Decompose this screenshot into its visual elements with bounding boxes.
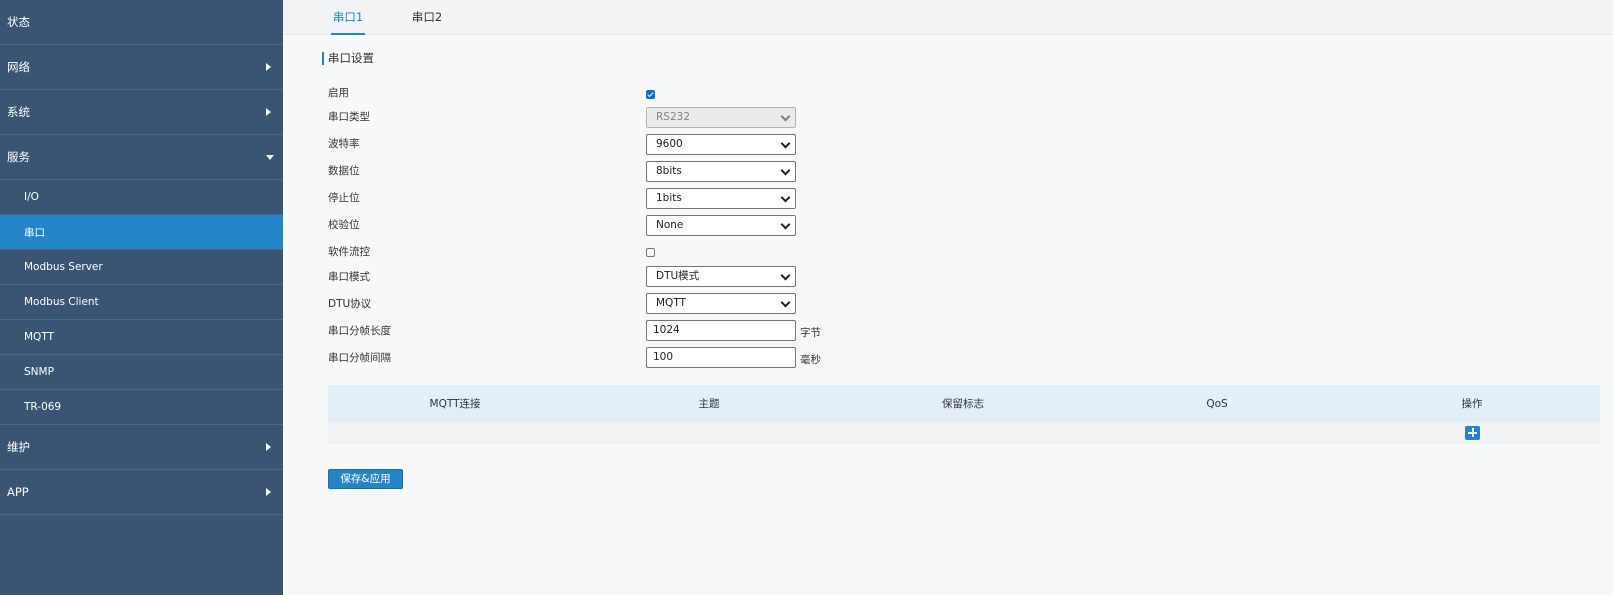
chevron-down-icon bbox=[780, 192, 791, 203]
enable-checkbox[interactable] bbox=[646, 90, 655, 99]
caret-right-icon bbox=[266, 63, 271, 71]
parity-select[interactable]: None bbox=[646, 215, 796, 236]
sidebar-subitem-label: SNMP bbox=[24, 366, 54, 378]
baud-rate-select[interactable]: 9600 bbox=[646, 134, 796, 155]
baud-rate-value: 9600 bbox=[656, 138, 683, 150]
parity-value: None bbox=[656, 219, 684, 231]
sidebar-item-label: 维护 bbox=[7, 440, 30, 454]
chevron-down-icon bbox=[780, 219, 791, 230]
stop-bits-select[interactable]: 1bits bbox=[646, 188, 796, 209]
table-row bbox=[328, 422, 1600, 444]
plus-icon[interactable] bbox=[1465, 426, 1480, 440]
save-apply-button[interactable]: 保存&应用 bbox=[328, 469, 403, 489]
sidebar-subitem-label: I/O bbox=[24, 191, 39, 203]
tab-serial-2[interactable]: 串口2 bbox=[410, 0, 444, 35]
sidebar-subitem-modbus-client[interactable]: Modbus Client bbox=[0, 285, 283, 320]
sidebar-item-app[interactable]: APP bbox=[0, 470, 283, 515]
frame-interval-label: 串口分帧间隔 bbox=[328, 352, 391, 364]
data-bits-value: 8bits bbox=[656, 165, 682, 177]
sidebar-subitem-io[interactable]: I/O bbox=[0, 180, 283, 215]
sidebar-subitem-label: MQTT bbox=[24, 331, 54, 343]
chevron-down-icon bbox=[780, 297, 791, 308]
column-header: MQTT连接 bbox=[429, 398, 481, 410]
sidebar-item-label: 服务 bbox=[7, 150, 30, 164]
sidebar-subitem-label: Modbus Client bbox=[24, 296, 99, 308]
dtu-protocol-select[interactable]: MQTT bbox=[646, 293, 796, 314]
dtu-protocol-label: DTU协议 bbox=[328, 298, 372, 310]
serial-type-select[interactable]: RS232 bbox=[646, 107, 796, 128]
column-header: 保留标志 bbox=[942, 398, 984, 410]
chevron-down-icon bbox=[780, 270, 791, 281]
soft-flow-label: 软件流控 bbox=[328, 246, 370, 258]
column-header: 主题 bbox=[698, 398, 720, 410]
serial-mode-select[interactable]: DTU模式 bbox=[646, 266, 796, 287]
serial-mode-value: DTU模式 bbox=[656, 270, 700, 282]
data-bits-select[interactable]: 8bits bbox=[646, 161, 796, 182]
baud-rate-label: 波特率 bbox=[328, 138, 360, 150]
caret-right-icon bbox=[266, 108, 271, 116]
section-title: 串口设置 bbox=[322, 52, 374, 65]
sidebar-subitem-label: 串口 bbox=[24, 226, 45, 239]
sidebar-item-label: 状态 bbox=[7, 15, 30, 29]
sidebar-item-system[interactable]: 系统 bbox=[0, 90, 283, 135]
serial-mode-label: 串口模式 bbox=[328, 271, 370, 283]
chevron-down-icon bbox=[780, 111, 791, 122]
caret-right-icon bbox=[266, 443, 271, 451]
sidebar-item-status[interactable]: 状态 bbox=[0, 0, 283, 45]
column-header: QoS bbox=[1206, 397, 1228, 410]
sidebar-subitem-modbus-server[interactable]: Modbus Server bbox=[0, 250, 283, 285]
sidebar-subitem-snmp[interactable]: SNMP bbox=[0, 355, 283, 390]
sidebar-item-network[interactable]: 网络 bbox=[0, 45, 283, 90]
chevron-down-icon bbox=[780, 138, 791, 149]
soft-flow-checkbox[interactable] bbox=[646, 248, 655, 257]
table-header: MQTT连接 主题 保留标志 QoS 操作 bbox=[328, 385, 1600, 422]
chevron-down-icon bbox=[780, 165, 791, 176]
sidebar-item-label: APP bbox=[7, 485, 29, 499]
sidebar-subitem-serial[interactable]: 串口 bbox=[0, 215, 283, 250]
sidebar-subitem-tr069[interactable]: TR-069 bbox=[0, 390, 283, 425]
stop-bits-label: 停止位 bbox=[328, 192, 360, 204]
frame-length-input[interactable]: 1024 bbox=[646, 320, 796, 341]
caret-down-icon bbox=[266, 155, 274, 160]
frame-interval-input[interactable]: 100 bbox=[646, 347, 796, 368]
mqtt-table: MQTT连接 主题 保留标志 QoS 操作 bbox=[328, 385, 1600, 444]
sidebar-subitem-label: Modbus Server bbox=[24, 261, 103, 273]
sidebar-subitem-label: TR-069 bbox=[24, 401, 62, 413]
frame-length-label: 串口分帧长度 bbox=[328, 325, 391, 337]
caret-right-icon bbox=[266, 488, 271, 496]
column-header: 操作 bbox=[1461, 398, 1483, 410]
sidebar-item-maintenance[interactable]: 维护 bbox=[0, 425, 283, 470]
stop-bits-value: 1bits bbox=[656, 192, 682, 204]
serial-type-label: 串口类型 bbox=[328, 111, 370, 123]
serial-type-value: RS232 bbox=[656, 111, 691, 123]
sidebar-item-label: 系统 bbox=[7, 105, 30, 119]
frame-interval-unit: 毫秒 bbox=[800, 354, 821, 366]
enable-label: 启用 bbox=[328, 87, 349, 99]
parity-label: 校验位 bbox=[328, 219, 360, 231]
sidebar-subitem-mqtt[interactable]: MQTT bbox=[0, 320, 283, 355]
tab-serial-1[interactable]: 串口1 bbox=[331, 0, 365, 35]
frame-length-unit: 字节 bbox=[800, 327, 821, 339]
data-bits-label: 数据位 bbox=[328, 165, 360, 177]
tab-bar: 串口1 串口2 bbox=[283, 0, 1613, 35]
sidebar-item-label: 网络 bbox=[7, 60, 30, 74]
sidebar-item-service[interactable]: 服务 bbox=[0, 135, 283, 180]
dtu-protocol-value: MQTT bbox=[656, 297, 686, 309]
sidebar: 状态 网络 系统 服务 I/O 串口 Modbus Server Modbus … bbox=[0, 0, 283, 595]
